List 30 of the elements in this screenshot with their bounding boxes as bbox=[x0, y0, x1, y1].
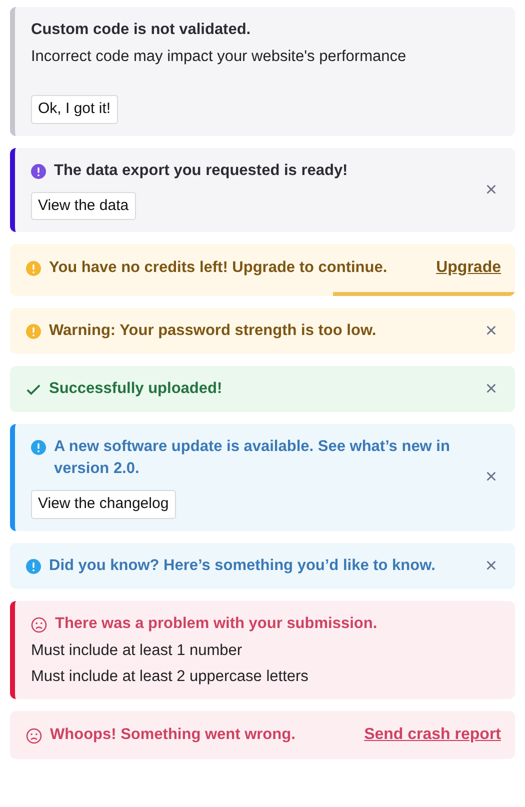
alert-title: A new software update is available. See what’s new in version 2.0. bbox=[54, 437, 451, 479]
close-button[interactable]: × bbox=[481, 321, 501, 341]
close-button[interactable]: × bbox=[481, 180, 501, 200]
action-button[interactable]: Ok, I got it! bbox=[31, 95, 118, 124]
alert-title: Successfully uploaded! bbox=[49, 379, 222, 399]
close-button[interactable]: × bbox=[481, 467, 501, 488]
action-link[interactable]: Upgrade bbox=[436, 256, 501, 280]
alert-icon bbox=[26, 261, 41, 276]
alert-icon bbox=[31, 440, 46, 455]
action-link[interactable]: Send crash report bbox=[364, 722, 501, 746]
alert-title: The data export you requested is ready! bbox=[54, 160, 348, 180]
alert-icon bbox=[26, 558, 41, 574]
alert-title: Warning: Your password strength is too low. bbox=[49, 321, 376, 341]
alert-title: Whoops! Something went wrong. bbox=[50, 724, 296, 744]
sad-face-icon bbox=[26, 728, 42, 744]
alert-icon bbox=[31, 164, 46, 178]
alert-title: Custom code is not validated. bbox=[31, 20, 251, 40]
alert-message: Must include at least 2 uppercase letters bbox=[31, 666, 310, 686]
sad-face-icon bbox=[31, 616, 47, 632]
action-button[interactable]: View the changelog bbox=[31, 490, 176, 518]
close-button[interactable]: × bbox=[481, 556, 501, 576]
alert-title: There was a problem with your submission. bbox=[55, 614, 378, 634]
alert-icon bbox=[26, 324, 41, 339]
close-button[interactable]: × bbox=[481, 379, 501, 399]
alert-message: Incorrect code may impact your website's performance bbox=[31, 47, 408, 67]
alert-title: You have no credits left! Upgrade to continue. bbox=[49, 258, 388, 278]
action-button[interactable]: View the data bbox=[31, 192, 136, 220]
alert-title: Did you know? Here’s something you’d like to know. bbox=[49, 556, 436, 576]
check-icon bbox=[26, 382, 41, 397]
alert-message: Must include at least 1 number bbox=[31, 640, 244, 660]
